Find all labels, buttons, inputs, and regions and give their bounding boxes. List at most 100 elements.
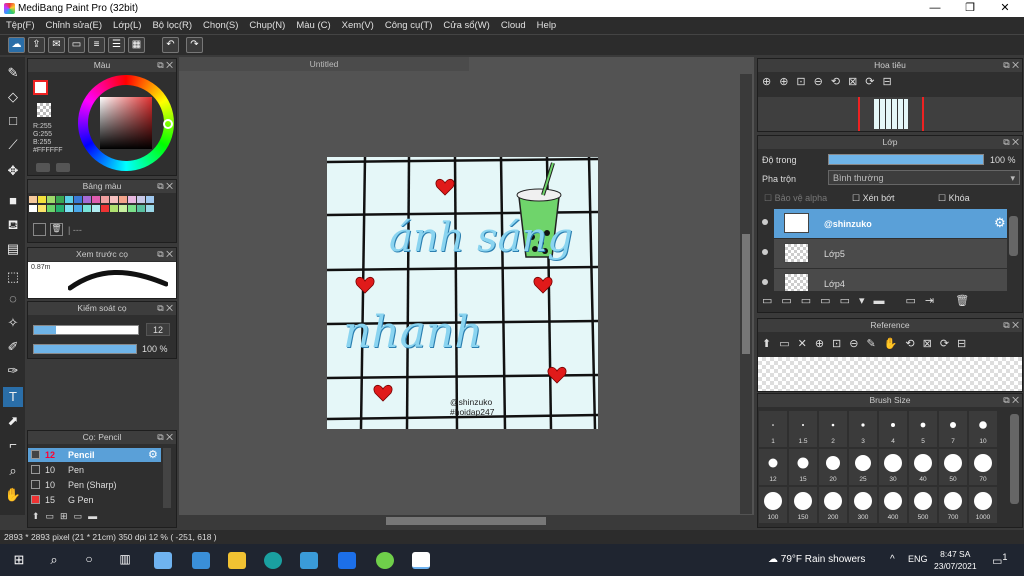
brush-item-g-pen[interactable]: 15 G Pen xyxy=(28,493,161,507)
horizontal-scrollbar[interactable] xyxy=(181,515,741,527)
eyedropper-icon[interactable]: ⌕ xyxy=(3,461,23,481)
rectangle-tool-icon[interactable]: □ xyxy=(3,111,23,131)
brush-item-pen[interactable]: 10 Pen xyxy=(28,463,161,477)
language-indicator[interactable]: ENG xyxy=(908,554,928,564)
file-explorer-icon[interactable] xyxy=(228,552,246,569)
layer-item-lop4[interactable]: Lớp4 xyxy=(774,269,1007,291)
eraser-tool-icon[interactable]: ◇ xyxy=(3,87,23,107)
maximize-button[interactable]: ❐ xyxy=(955,1,985,16)
menu-file[interactable]: Tệp(F) xyxy=(6,20,35,31)
fill-rect-tool-icon[interactable]: ■ xyxy=(3,191,23,211)
menu-edit[interactable]: Chỉnh sửa(E) xyxy=(46,20,103,31)
menu-tools[interactable]: Công cụ(T) xyxy=(385,20,433,31)
tray-chevron-icon[interactable]: ^ xyxy=(890,554,895,565)
brush-size-scrollbar[interactable] xyxy=(1010,414,1019,504)
layer-opacity-slider[interactable] xyxy=(828,154,984,165)
artwork-canvas[interactable]: ánh sáng nhanh @shinzuko #hoidap247 xyxy=(327,157,598,429)
minimize-button[interactable]: — xyxy=(920,1,950,16)
line-tool-icon[interactable]: ⟋ xyxy=(3,135,23,155)
lock-checkbox[interactable]: ☐ Khóa xyxy=(938,193,970,204)
page-icon[interactable]: ▭ xyxy=(68,37,85,53)
menu-help[interactable]: Help xyxy=(537,20,557,31)
vertical-scrollbar[interactable] xyxy=(740,74,752,514)
layer-actions[interactable]: ▭▭▭▭▭▾▬ ▭⇥ 🗑 xyxy=(762,294,1022,310)
color-mode-button[interactable] xyxy=(36,163,50,172)
search-icon[interactable]: ⌕ xyxy=(45,552,63,569)
comment-icon[interactable]: ✉ xyxy=(48,37,65,53)
menu-filter[interactable]: Bộ lọc(R) xyxy=(152,20,192,31)
reference-toolbar[interactable]: ⬆▭✕⊕⊡⊖✎✋⟲⊠⟳⊟ xyxy=(762,337,1024,355)
bucket-tool-icon[interactable]: ⛾ xyxy=(3,215,23,235)
layer-settings-icon[interactable]: ⚙ xyxy=(994,215,1006,231)
color-mode-button-2[interactable] xyxy=(56,163,70,172)
menu-cloud[interactable]: Cloud xyxy=(501,20,526,31)
layer-scrollbar[interactable] xyxy=(1009,216,1018,256)
brush-tool-icon[interactable]: ✎ xyxy=(3,63,23,83)
medibang-icon[interactable] xyxy=(412,552,430,569)
transparent-swatch[interactable] xyxy=(37,103,51,117)
dropper-tool-icon[interactable]: ⌐ xyxy=(3,435,23,455)
weather-widget[interactable]: ☁ 79°F Rain showers xyxy=(768,554,865,565)
brush-list-scrollbar[interactable] xyxy=(163,448,171,508)
edge-icon[interactable] xyxy=(264,552,282,569)
brush-list-actions[interactable]: ⬆▭⊞▭▬ xyxy=(32,511,172,525)
magic-wand-icon[interactable]: ✧ xyxy=(3,313,23,333)
lasso-icon[interactable]: ◌ xyxy=(3,289,23,309)
select-rect-icon[interactable]: ⬚ xyxy=(3,267,23,287)
store-icon[interactable] xyxy=(154,552,172,569)
select-pen-icon[interactable]: ✐ xyxy=(3,337,23,357)
blend-mode-select[interactable]: Bình thường ▾ xyxy=(828,170,1020,185)
visibility-icon[interactable] xyxy=(762,219,768,225)
palette-swatches[interactable] xyxy=(29,196,167,218)
layer-item-shinzuko[interactable]: @shinzuko ⚙ xyxy=(774,209,1007,238)
move-tool-icon[interactable]: ✥ xyxy=(3,161,23,181)
navigator-toolbar[interactable]: ⊕⊕⊡⊖⟲⊠⟳⊟ xyxy=(758,75,1024,95)
brush-item-pen-sharp[interactable]: 10 Pen (Sharp) xyxy=(28,478,161,492)
cortana-icon[interactable]: ○ xyxy=(80,552,98,569)
hand-tool-icon[interactable]: ✋ xyxy=(3,485,23,505)
gradient-tool-icon[interactable]: ▤ xyxy=(3,239,23,259)
new-palette-icon[interactable] xyxy=(33,223,46,236)
visibility-icon[interactable] xyxy=(762,279,768,285)
navigator-preview[interactable] xyxy=(758,97,1022,131)
cloud-icon[interactable]: ☁ xyxy=(8,37,25,53)
clock[interactable]: 8:47 SA 23/07/2021 xyxy=(934,548,977,572)
visibility-icon[interactable] xyxy=(762,249,768,255)
hue-marker[interactable] xyxy=(163,119,173,129)
primary-color-swatch[interactable] xyxy=(33,80,48,95)
trash-icon[interactable]: 🗑 xyxy=(50,223,63,236)
photos-icon[interactable] xyxy=(300,552,318,569)
redo-icon[interactable]: ↷ xyxy=(186,37,203,53)
size-slider[interactable] xyxy=(33,325,139,335)
saturation-box[interactable] xyxy=(100,97,152,149)
size-value[interactable]: 12 xyxy=(146,323,170,336)
document-tab[interactable]: Untitled xyxy=(179,57,469,71)
clip-checkbox[interactable]: ☐ Xén bớt xyxy=(852,193,895,204)
menu-view[interactable]: Xem(V) xyxy=(342,20,374,31)
zalo-icon[interactable] xyxy=(338,552,356,569)
notification-icon[interactable]: ▭1 xyxy=(992,552,1008,568)
opacity-slider[interactable] xyxy=(33,344,137,354)
list-icon[interactable]: ☰ xyxy=(108,37,125,53)
share-icon[interactable]: ⇪ xyxy=(28,37,45,53)
menu-select[interactable]: Chọn(S) xyxy=(203,20,238,31)
windows-start-icon[interactable]: ⊞ xyxy=(10,552,28,569)
menu-window[interactable]: Cửa sổ(W) xyxy=(443,20,489,31)
brush-item-pencil[interactable]: 12 Pencil ⚙ xyxy=(28,448,161,462)
layer-item-lop5[interactable]: Lớp5 xyxy=(774,239,1007,268)
brush-size-grid[interactable]: 1 1.5 2 3 4 5 7 10 12 15 20 25 30 40 50 70 100 150 200 300 4… xyxy=(758,408,1008,528)
app-icon[interactable] xyxy=(376,552,394,569)
text-tool-icon[interactable]: T xyxy=(3,387,23,407)
menu-color[interactable]: Màu (C) xyxy=(296,20,330,31)
operation-tool-icon[interactable]: ⬈ xyxy=(3,411,23,431)
menu-snap[interactable]: Chụp(N) xyxy=(249,20,285,31)
mail-icon[interactable] xyxy=(192,552,210,569)
grid-icon[interactable]: ▦ xyxy=(128,37,145,53)
close-button[interactable]: ✕ xyxy=(990,1,1020,16)
document-icon[interactable]: ≡ xyxy=(88,37,105,53)
undo-icon[interactable]: ↶ xyxy=(162,37,179,53)
menu-layer[interactable]: Lớp(L) xyxy=(113,20,141,31)
reference-area[interactable] xyxy=(758,357,1022,391)
protect-alpha-checkbox[interactable]: ☐ Bảo vệ alpha xyxy=(764,193,827,204)
select-eraser-icon[interactable]: ✑ xyxy=(3,361,23,381)
